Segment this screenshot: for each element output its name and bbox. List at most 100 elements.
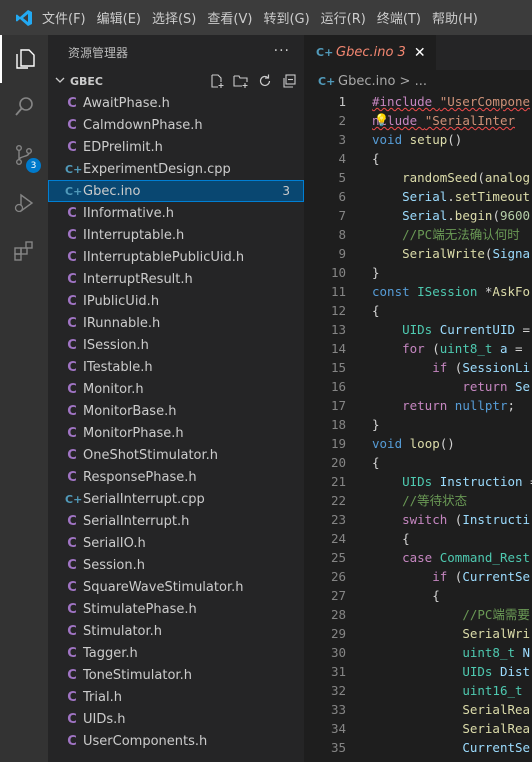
code-token: } <box>372 265 380 280</box>
menu-item[interactable]: 转到(G) <box>263 8 309 27</box>
file-item[interactable]: C+ Gbec.ino 3 <box>48 180 304 202</box>
code-token: for <box>402 341 433 356</box>
file-item[interactable]: C MonitorBase.h <box>48 400 304 422</box>
file-item[interactable]: C Session.h <box>48 554 304 576</box>
header-file-icon: C <box>67 139 77 155</box>
file-item[interactable]: C ISession.h <box>48 334 304 356</box>
code-token: AskFo <box>492 284 531 299</box>
file-item[interactable]: C ResponsePhase.h <box>48 466 304 488</box>
line-number: 19 <box>330 436 346 451</box>
line-number: 9 <box>338 246 346 261</box>
code-text: //等待状态 <box>346 491 467 510</box>
file-item[interactable]: C IRunnable.h <box>48 312 304 334</box>
code-text: void loop() <box>346 434 455 453</box>
breadcrumb[interactable]: C+ Gbec.ino > ... <box>304 70 532 92</box>
extensions-icon[interactable] <box>0 227 48 275</box>
file-item[interactable]: C UserComponents.h <box>48 730 304 752</box>
file-item[interactable]: C IInterruptablePublicUid.h <box>48 246 304 268</box>
file-item[interactable]: C InterruptResult.h <box>48 268 304 290</box>
line-number: 8 <box>338 227 346 242</box>
code-line: 31 UIDs Dist <box>304 662 532 681</box>
file-name: ResponsePhase.h <box>83 469 197 485</box>
file-item[interactable]: C MonitorPhase.h <box>48 422 304 444</box>
menu-item[interactable]: 选择(S) <box>152 8 196 27</box>
code-line: 13 UIDs CurrentUID = <box>304 320 532 339</box>
file-item[interactable]: C SerialInterrupt.h <box>48 510 304 532</box>
folder-header[interactable]: GBEC <box>48 70 304 92</box>
file-item[interactable]: C IInformative.h <box>48 202 304 224</box>
header-file-icon: C <box>67 579 77 595</box>
file-item[interactable]: C+ ExperimentDesign.cpp <box>48 158 304 180</box>
file-item[interactable]: C Tagger.h <box>48 642 304 664</box>
menu-item[interactable]: 帮助(H) <box>432 8 478 27</box>
refresh-icon[interactable] <box>256 72 274 90</box>
source-control-icon[interactable]: 3 <box>0 131 48 179</box>
code-text: CurrentSe <box>346 738 530 757</box>
file-item[interactable]: C UIDs.h <box>48 708 304 730</box>
search-icon[interactable] <box>0 83 48 131</box>
file-item[interactable]: C SerialIO.h <box>48 532 304 554</box>
tab-gbec-ino[interactable]: C+ Gbec.ino 3 ✕ <box>304 35 436 70</box>
new-file-icon[interactable] <box>208 72 226 90</box>
new-folder-icon[interactable] <box>232 72 250 90</box>
line-number: 15 <box>330 360 346 375</box>
code-line: 21 UIDs Instruction = <box>304 472 532 491</box>
file-item[interactable]: C ITestable.h <box>48 356 304 378</box>
code-token: Serial <box>402 189 448 204</box>
code-token: return <box>462 379 515 394</box>
file-item[interactable]: C OneShotStimulator.h <box>48 444 304 466</box>
menu-item[interactable]: 查看(V) <box>207 8 252 27</box>
header-file-icon: C <box>67 337 77 353</box>
file-item[interactable]: C+ SerialInterrupt.cpp <box>48 488 304 510</box>
code-view[interactable]: 💡 1 #include "UserCompone 2 nclude "SerialI… <box>304 92 532 757</box>
code-line: 5 randomSeed(analog <box>304 168 532 187</box>
line-number: 22 <box>330 493 346 508</box>
menu-item[interactable]: 终端(T) <box>377 8 421 27</box>
menu-item[interactable]: 文件(F) <box>42 8 86 27</box>
file-item[interactable]: C SquareWaveStimulator.h <box>48 576 304 598</box>
more-actions-icon[interactable]: ··· <box>274 43 290 59</box>
line-number: 35 <box>330 740 346 755</box>
file-name: SerialIO.h <box>83 535 146 551</box>
code-token: setTimeout <box>454 189 531 204</box>
header-file-icon: C <box>67 293 77 309</box>
code-token: Signa <box>492 246 531 261</box>
code-text: return Se <box>346 377 530 396</box>
code-text: randomSeed(analog <box>346 168 530 187</box>
code-token: void <box>372 132 410 147</box>
code-token: CurrentSe <box>462 740 531 755</box>
close-icon[interactable]: ✕ <box>414 45 426 61</box>
code-line: 15 if (SessionLi <box>304 358 532 377</box>
file-item[interactable]: C AwaitPhase.h <box>48 92 304 114</box>
code-line: 4{ <box>304 149 532 168</box>
menu-item[interactable]: 运行(R) <box>321 8 366 27</box>
file-name: UIDs.h <box>83 711 126 727</box>
file-item[interactable]: C Stimulator.h <box>48 620 304 642</box>
explorer-icon[interactable] <box>0 35 48 83</box>
code-line: 35 CurrentSe <box>304 738 532 757</box>
menu-item[interactable]: 编辑(E) <box>97 8 141 27</box>
line-number: 3 <box>338 132 346 147</box>
file-item[interactable]: C IPublicUid.h <box>48 290 304 312</box>
file-item[interactable]: C IInterruptable.h <box>48 224 304 246</box>
editor-area: C+ Gbec.ino 3 ✕ C+ Gbec.ino > ... 💡 1 #in… <box>304 35 532 762</box>
file-item[interactable]: C StimulatePhase.h <box>48 598 304 620</box>
code-token: ; <box>507 398 516 413</box>
file-item[interactable]: C Trial.h <box>48 686 304 708</box>
code-line: 8 //PC端无法确认何时 <box>304 225 532 244</box>
line-number: 29 <box>330 626 346 641</box>
file-item[interactable]: C EDPrelimit.h <box>48 136 304 158</box>
code-token: Dist <box>499 664 531 679</box>
lightbulb-icon[interactable]: 💡 <box>374 111 389 130</box>
file-item[interactable]: C ToneStimulator.h <box>48 664 304 686</box>
file-name: Monitor.h <box>83 381 144 397</box>
run-debug-icon[interactable] <box>0 179 48 227</box>
file-item[interactable]: C Monitor.h <box>48 378 304 400</box>
collapse-all-icon[interactable] <box>280 72 298 90</box>
code-token: uint8_t <box>462 645 523 660</box>
file-item[interactable]: C CalmdownPhase.h <box>48 114 304 136</box>
title-bar: 文件(F) 编辑(E) 选择(S) 查看(V) 转到(G) 运行(R) 终端(T) 帮助(H) <box>0 0 532 35</box>
